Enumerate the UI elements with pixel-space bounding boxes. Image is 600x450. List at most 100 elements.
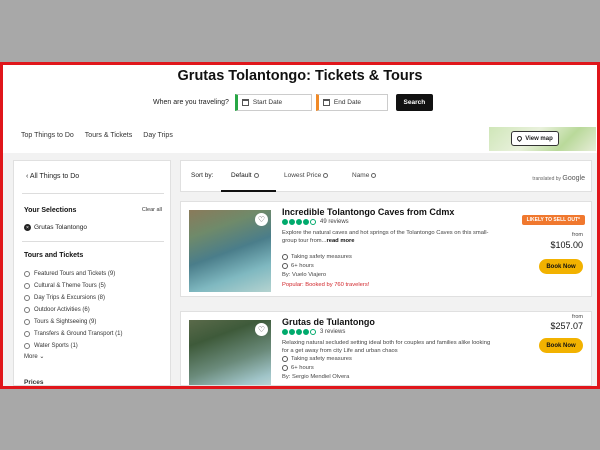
filter-label: Featured Tours and Tickets (9) (34, 271, 116, 277)
selections-heading: Your Selections (24, 207, 77, 214)
product-photo[interactable]: ♡ (189, 320, 271, 385)
rating-bubble-icon (289, 219, 295, 225)
product-description: Explore the natural caves and hot spring… (282, 229, 497, 245)
sort-option-default[interactable]: Default (231, 172, 259, 179)
sort-option-label: Default (231, 172, 252, 179)
filter-label: Cultural & Theme Tours (5) (34, 283, 106, 289)
product-title[interactable]: Grutas de Tulantongo (282, 317, 375, 327)
duration-text: 6+ hours (291, 365, 314, 371)
product-card[interactable]: ♡ Grutas de Tulantongo 3 reviews Relaxin… (180, 311, 592, 386)
end-date-field[interactable]: End Date (315, 94, 388, 111)
start-date-placeholder: Start Date (252, 99, 283, 106)
sort-option-name[interactable]: Name (352, 172, 377, 179)
map-thumbnail[interactable]: View map (489, 127, 596, 151)
divider (22, 241, 164, 242)
safety-line: Taking safety measures (282, 356, 352, 362)
tab-day-trips[interactable]: Day Trips (143, 132, 173, 139)
filter-option[interactable]: Outdoor Activities (6) (24, 304, 122, 316)
book-now-button[interactable]: Book Now (539, 338, 583, 353)
filter-option[interactable]: Cultural & Theme Tours (5) (24, 280, 122, 292)
operator-line: By: Sergio Mendiel Olvera (282, 374, 350, 380)
map-pin-icon (516, 134, 524, 143)
radio-icon[interactable] (24, 283, 30, 289)
chevron-down-icon: ⌄ (39, 354, 45, 360)
rating-bubble-icon (296, 329, 302, 335)
search-button[interactable]: Search (395, 94, 433, 111)
rating-bubble-icon (282, 219, 288, 225)
radio-icon[interactable] (24, 307, 30, 313)
sort-option-label: Lowest Price (284, 172, 322, 179)
translated-by-label: translated by (532, 176, 562, 182)
review-count[interactable]: 3 reviews (320, 329, 345, 335)
filter-option[interactable]: Day Trips & Excursions (8) (24, 292, 122, 304)
info-icon (371, 172, 377, 178)
filter-label: Tours & Sightseeing (9) (34, 319, 97, 325)
more-label: More (24, 354, 38, 360)
browser-content-frame: Grutas Tolantongo: Tickets & Tours When … (0, 62, 600, 389)
rating-bubble-icon (310, 219, 316, 225)
calendar-icon (322, 99, 330, 106)
sort-label: Sort by: (191, 172, 214, 179)
active-sort-indicator (221, 190, 276, 192)
prices-heading: Prices (24, 379, 44, 386)
date-bar: When are you traveling? Start Date End D… (153, 94, 433, 111)
product-card[interactable]: ♡ Incredible Tolantongo Caves from Cdmx … (180, 201, 592, 297)
read-more-link[interactable]: read more (326, 238, 354, 244)
safety-line: Taking safety measures (282, 254, 352, 260)
radio-icon[interactable] (24, 343, 30, 349)
review-count[interactable]: 49 reviews (320, 219, 349, 225)
price-from-label: from (572, 232, 583, 238)
rating-bubble-icon (303, 329, 309, 335)
nav-tabs: Top Things to Do Tours & Tickets Day Tri… (21, 132, 184, 139)
selected-filter-chip[interactable]: × Grutas Tolantongo (24, 224, 87, 231)
book-now-button[interactable]: Book Now (539, 259, 583, 274)
view-map-label: View map (525, 135, 553, 142)
filter-option[interactable]: Tours & Sightseeing (9) (24, 316, 122, 328)
filter-option[interactable]: Featured Tours and Tickets (9) (24, 268, 122, 280)
filter-option[interactable]: Water Sports (1) (24, 340, 122, 352)
selected-filter-label: Grutas Tolantongo (34, 224, 87, 231)
price-from-label: from (572, 314, 583, 320)
price: $105.00 (550, 240, 583, 250)
product-title[interactable]: Incredible Tolantongo Caves from Cdmx (282, 207, 454, 217)
divider (22, 193, 164, 194)
product-photo[interactable]: ♡ (189, 210, 271, 292)
radio-icon[interactable] (24, 295, 30, 301)
popular-note: Popular: Booked by 760 travelers! (282, 282, 370, 288)
product-description: Relaxing natural secluded setting ideal … (282, 340, 491, 354)
clear-all-link[interactable]: Clear all (142, 207, 162, 213)
filter-label: Day Trips & Excursions (8) (34, 295, 106, 301)
duration-text: 6+ hours (291, 263, 314, 269)
page-title: Grutas Tolantongo: Tickets & Tours (177, 68, 423, 84)
sort-option-lowest-price[interactable]: Lowest Price (284, 172, 329, 179)
more-filters-toggle[interactable]: More ⌄ (24, 353, 122, 360)
filter-label: Water Sports (1) (34, 343, 78, 349)
safety-text: Taking safety measures (291, 356, 352, 362)
heart-icon[interactable]: ♡ (255, 323, 268, 336)
filter-label: Outdoor Activities (6) (34, 307, 90, 313)
duration-line: 6+ hours (282, 263, 314, 269)
safety-text: Taking safety measures (291, 254, 352, 260)
tab-tours-tickets[interactable]: Tours & Tickets (85, 132, 132, 139)
view-map-button[interactable]: View map (511, 131, 559, 146)
rating-bubble-icon (289, 329, 295, 335)
clock-icon (282, 365, 288, 371)
clock-icon (282, 263, 288, 269)
radio-icon[interactable] (24, 331, 30, 337)
start-date-field[interactable]: Start Date (234, 94, 312, 111)
heart-icon[interactable]: ♡ (255, 213, 268, 226)
radio-icon[interactable] (24, 271, 30, 277)
tab-top-things[interactable]: Top Things to Do (21, 132, 74, 139)
filter-option[interactable]: Transfers & Ground Transport (1) (24, 328, 122, 340)
shield-icon (282, 254, 288, 260)
date-prompt: When are you traveling? (153, 99, 229, 106)
filter-label: Transfers & Ground Transport (1) (34, 331, 123, 337)
radio-icon[interactable] (24, 319, 30, 325)
sort-option-label: Name (352, 172, 370, 179)
rating-bubble-icon (310, 329, 316, 335)
calendar-icon (241, 99, 249, 106)
back-link[interactable]: ‹ All Things to Do (26, 173, 79, 180)
close-icon[interactable]: × (24, 224, 31, 231)
sell-out-badge: LIKELY TO SELL OUT* (521, 215, 585, 225)
sort-bar: Sort by: Default Lowest Price Name trans… (180, 160, 592, 192)
